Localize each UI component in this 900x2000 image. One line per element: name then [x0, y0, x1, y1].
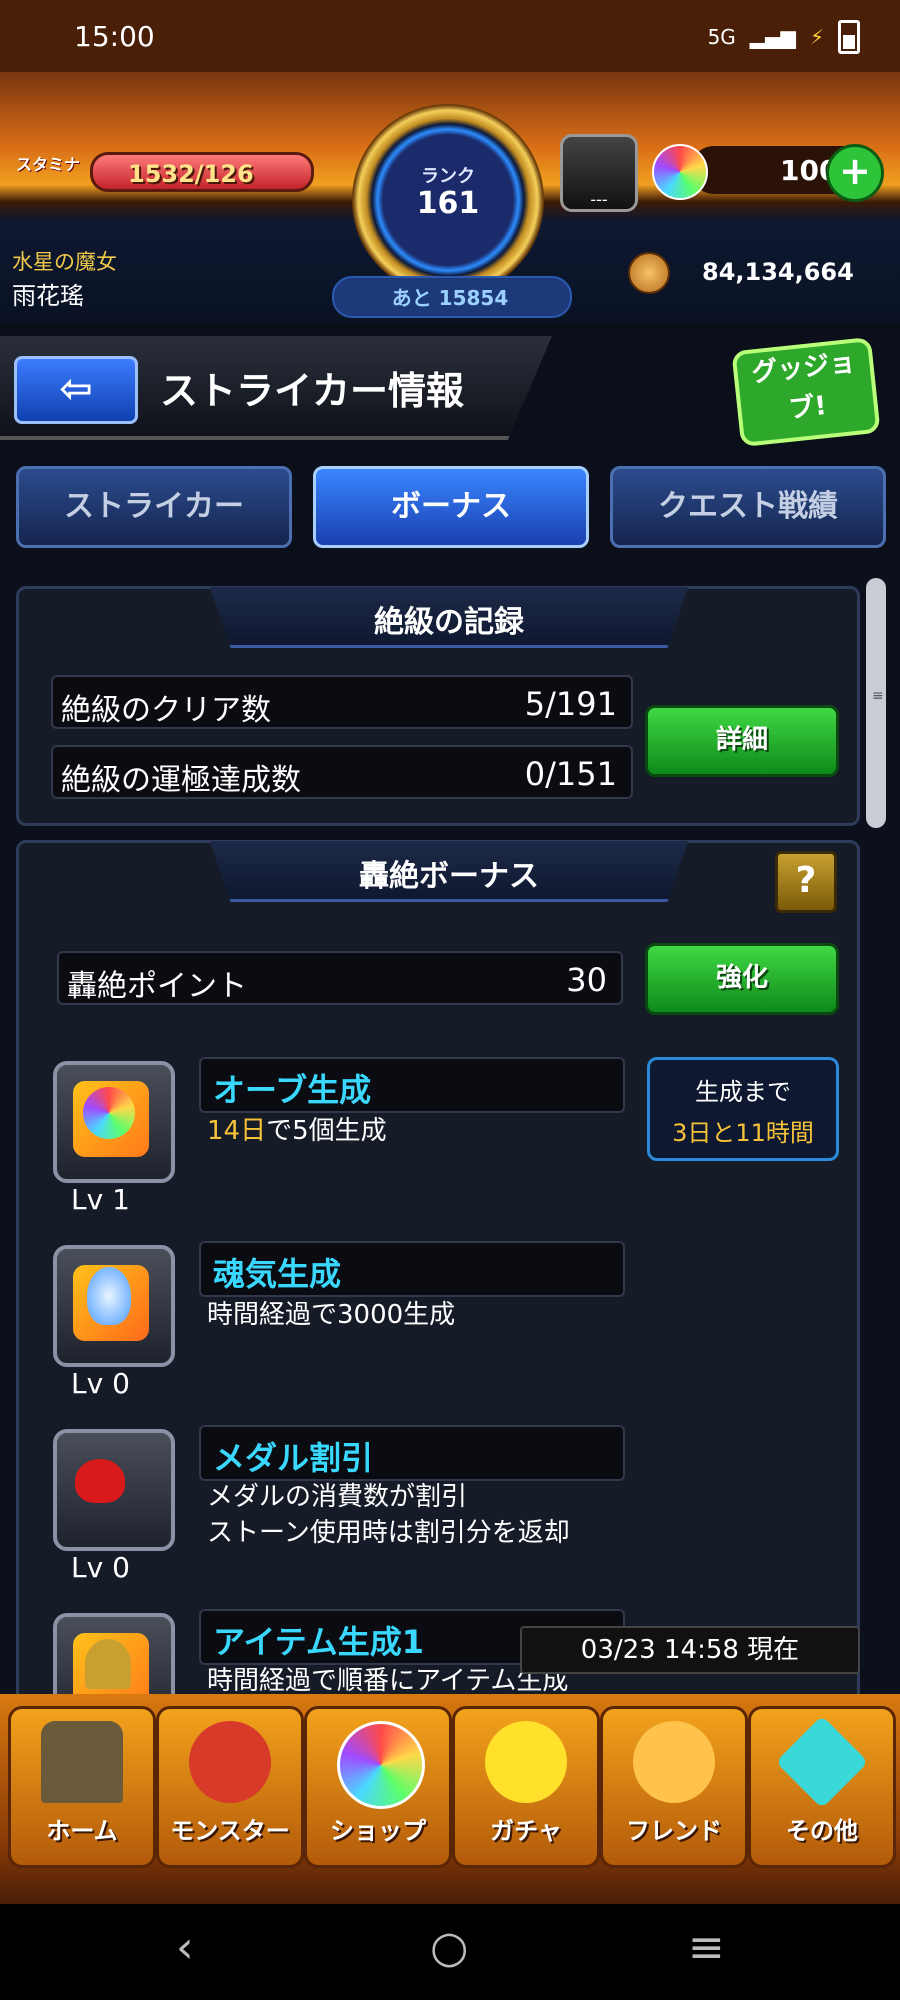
- unkyoku-count-row: 絶級の運極達成数 0/151: [51, 745, 633, 799]
- nav-gacha-label: ガチャ: [490, 1817, 562, 1845]
- nav-friend-label: フレンド: [626, 1817, 722, 1845]
- points-value: 30: [566, 961, 607, 999]
- tab-striker[interactable]: ストライカー: [16, 466, 292, 548]
- player-name: 雨花瑤: [12, 282, 84, 310]
- enhance-button[interactable]: 強化: [645, 943, 839, 1015]
- system-back-button[interactable]: ‹: [176, 1922, 194, 1973]
- clear-count-label: 絶級のクリア数: [61, 693, 271, 728]
- scroll-grip-icon: ≡: [872, 688, 884, 704]
- help-button[interactable]: ?: [775, 851, 837, 913]
- medal-discount-level: Lv 0: [71, 1551, 130, 1584]
- monster-icon: [189, 1721, 271, 1803]
- timer-value: 3日と11時間: [672, 1119, 814, 1147]
- orb-generate-desc: 14日で5個生成: [207, 1113, 387, 1149]
- nav-shop[interactable]: ショップ: [304, 1706, 452, 1868]
- next-rank-text: あと 15854: [391, 286, 509, 310]
- medal-discount-desc-line2: ストーン使用時は割引分を返却: [207, 1518, 570, 1548]
- shop-orb-icon: [337, 1721, 425, 1809]
- machine-label: ---: [590, 190, 608, 209]
- bonus-panel-title: 轟絶ボーナス: [359, 859, 539, 894]
- buy-orb-button[interactable]: +: [826, 144, 884, 202]
- nav-other[interactable]: その他: [748, 1706, 896, 1868]
- battery-icon: [838, 20, 860, 54]
- stamina-badge: スタミナ: [16, 155, 81, 174]
- orb-generate-level: Lv 1: [71, 1183, 130, 1216]
- nav-gacha[interactable]: ガチャ: [452, 1706, 600, 1868]
- goodjob-button[interactable]: グッジョブ!: [731, 336, 881, 448]
- rank-label: ランク: [421, 166, 475, 187]
- status-bar: 15:00 5G ▂▄▆ ⚡: [0, 0, 900, 72]
- nav-friend[interactable]: フレンド: [600, 1706, 748, 1868]
- timestamp: 03/23 14:58 現在: [520, 1626, 860, 1674]
- medal-discount-desc: メダルの消費数が割引ストーン使用時は割引分を返却: [207, 1479, 570, 1551]
- detail-button[interactable]: 詳細: [645, 705, 839, 777]
- player-title: 水星の魔女: [12, 250, 117, 274]
- bottom-nav: ホーム モンスター ショップ ガチャ フレンド その他: [0, 1694, 900, 1904]
- medal-discount-name: メダル割引: [213, 1439, 374, 1477]
- nav-other-label: その他: [786, 1817, 858, 1845]
- clear-count-value: 5/191: [524, 685, 617, 723]
- soul-generate-name: 魂気生成: [213, 1255, 342, 1293]
- nav-monster[interactable]: モンスター: [156, 1706, 304, 1868]
- record-panel: 絶級の記録 絶級のクリア数 5/191 絶級の運極達成数 0/151 詳細: [16, 586, 860, 826]
- points-label: 轟絶ポイント: [67, 969, 247, 1004]
- orb-generate-name: オーブ生成: [213, 1071, 372, 1109]
- nav-home[interactable]: ホーム: [8, 1706, 156, 1868]
- orb-icon: [652, 144, 708, 200]
- points-row: 轟絶ポイント 30: [57, 951, 623, 1005]
- tab-quest-record[interactable]: クエスト戦績: [610, 466, 886, 548]
- orb-generate-icon[interactable]: [53, 1061, 175, 1183]
- coin-count: 84,134,664: [702, 258, 854, 286]
- signal-icon: ▂▄▆: [749, 25, 796, 49]
- item-generate-name: アイテム生成1: [213, 1623, 425, 1661]
- gacha-icon: [485, 1721, 567, 1803]
- other-icon: [775, 1715, 869, 1809]
- network-label: 5G: [707, 25, 736, 49]
- orb-generate-name-box: オーブ生成: [199, 1057, 625, 1113]
- medal-discount-name-box: メダル割引: [199, 1425, 625, 1481]
- nav-shop-label: ショップ: [330, 1817, 426, 1845]
- gacha-machine-icon[interactable]: ---: [560, 134, 638, 212]
- timer-label: 生成まで: [695, 1078, 791, 1106]
- tab-bonus[interactable]: ボーナス: [313, 466, 589, 548]
- stamina-value: 1532/126: [128, 160, 254, 188]
- system-home-button[interactable]: ○: [430, 1922, 468, 1973]
- charging-icon: ⚡: [809, 25, 824, 49]
- clock: 15:00: [74, 20, 155, 53]
- soul-generate-level: Lv 0: [71, 1367, 130, 1400]
- bonus-panel: 轟絶ボーナス ? 轟絶ポイント 30 強化 Lv 1 オーブ生成 14日で5個生…: [16, 840, 860, 1735]
- status-icons: 5G ▂▄▆ ⚡: [708, 20, 860, 54]
- record-panel-title: 絶級の記録: [374, 605, 524, 640]
- medal-discount-desc-line1: メダルの消費数が割引: [207, 1482, 468, 1512]
- generate-timer: 生成まで 3日と11時間: [647, 1057, 839, 1161]
- unkyoku-count-value: 0/151: [524, 755, 617, 793]
- unkyoku-count-label: 絶級の運極達成数: [61, 763, 301, 798]
- soul-generate-desc: 時間経過で3000生成: [207, 1300, 456, 1330]
- rank-value: 161: [416, 186, 480, 221]
- soul-generate-icon[interactable]: [53, 1245, 175, 1367]
- orb-generate-desc-text: で5個生成: [266, 1116, 387, 1146]
- medal-discount-icon[interactable]: [53, 1429, 175, 1551]
- nav-monster-label: モンスター: [170, 1817, 290, 1845]
- system-menu-button[interactable]: ≡: [688, 1922, 725, 1973]
- orb-generate-days: 14日: [207, 1116, 267, 1146]
- coin-icon: [628, 252, 670, 294]
- system-nav: ‹ ○ ≡: [0, 1904, 900, 2000]
- clear-count-row: 絶級のクリア数 5/191: [51, 675, 633, 729]
- arrow-left-icon: ⇦: [59, 366, 93, 412]
- soul-generate-name-box: 魂気生成: [199, 1241, 625, 1297]
- home-icon: [41, 1721, 123, 1803]
- back-button[interactable]: ⇦: [14, 356, 138, 424]
- friend-icon: [633, 1721, 715, 1803]
- page-title: ストライカー情報: [160, 369, 465, 413]
- nav-home-label: ホーム: [46, 1817, 118, 1845]
